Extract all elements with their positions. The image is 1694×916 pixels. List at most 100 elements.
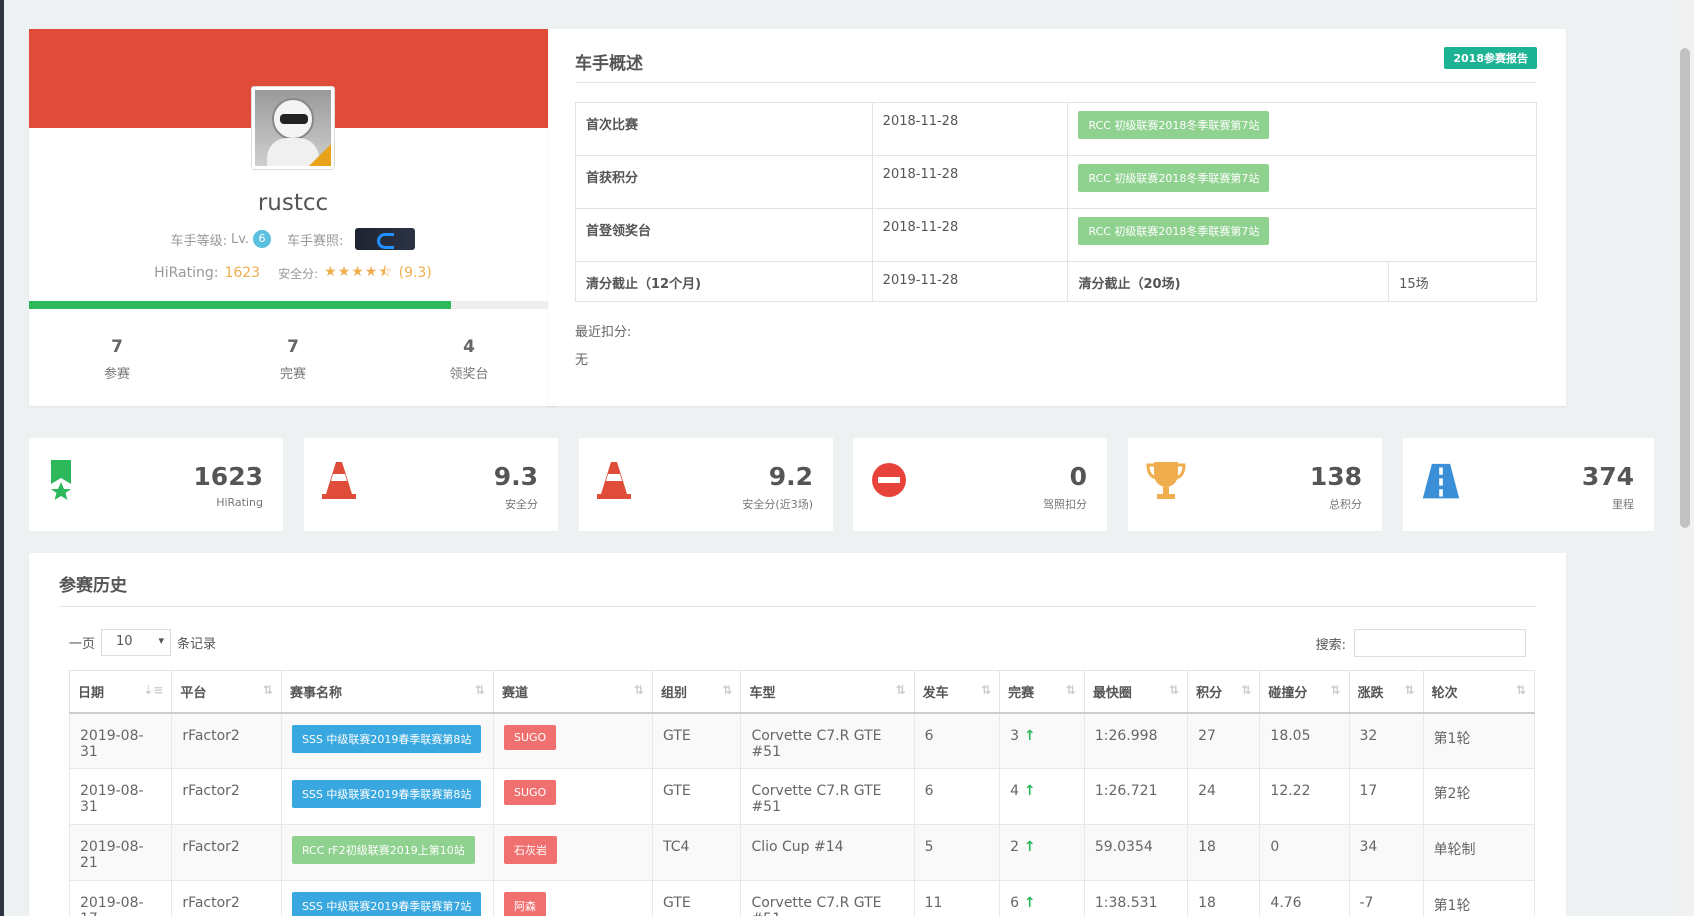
card-safety: 9.3 安全分 <box>304 438 558 531</box>
cell-event: RCC rF2初级联赛2019上第10站 <box>280 824 494 881</box>
report-badge[interactable]: 2018参赛报告 <box>1444 47 1537 69</box>
cell-car: Corvette C7.R GTE #51 <box>740 768 915 825</box>
sort-icon[interactable]: ⇅ <box>896 683 906 697</box>
avatar-corner-badge <box>309 144 331 166</box>
sort-icon[interactable]: ⇅ <box>1066 683 1076 697</box>
cell-track: SUGO <box>492 768 653 825</box>
card-safety-recent: 9.2 安全分(近3场) <box>579 438 833 531</box>
card-mileage: 374 里程 <box>1403 438 1654 531</box>
column-header[interactable]: 组别 ⇅ <box>651 670 742 714</box>
stat-finishes: 7 完赛 <box>279 337 306 382</box>
cell-start: 5 <box>913 824 1001 881</box>
cell-delta: -7 <box>1348 880 1424 916</box>
cell-finish: 6 ↑ <box>999 880 1085 916</box>
arrow-up-icon: ↑ <box>1019 839 1036 855</box>
event-tag[interactable]: RCC 初级联赛2018冬季联赛第7站 <box>1078 217 1270 245</box>
event-tag[interactable]: SSS 中级联赛2019春季联赛第8站 <box>291 780 482 808</box>
search-label: 搜索: <box>1315 637 1346 653</box>
cell-start: 6 <box>913 768 1001 825</box>
scrollbar-thumb[interactable] <box>1680 48 1690 528</box>
history-table: 日期 ⇣≡ 平台 ⇅ 赛事名称 ⇅ 赛道 ⇅ 组别 ⇅ 车型 ⇅ 发车 ⇅ 完赛 ⇅ 最快圈 ⇅ 积分 ⇅ 碰撞分 ⇅ 涨跌… <box>68 670 1536 916</box>
cell-platform: rFactor2 <box>171 712 282 769</box>
cell-best: 59.0354 <box>1083 824 1189 881</box>
table-row: 2019-08-17rFactor2 SSS 中级联赛2019春季联赛第7站阿森 G… <box>68 880 1536 916</box>
level-progress-bar <box>29 301 557 309</box>
track-tag[interactable]: 石灰岩 <box>503 836 557 864</box>
card-hirating: 1623 HiRating <box>29 438 283 531</box>
cell-date: 2019-08-31 <box>68 712 173 769</box>
cell-group: GTE <box>651 768 742 825</box>
sort-icon[interactable]: ⇅ <box>475 683 485 697</box>
column-header[interactable]: 最快圈 ⇅ <box>1083 670 1189 714</box>
avatar[interactable] <box>251 86 335 170</box>
event-tag[interactable]: SSS 中级联赛2019春季联赛第7站 <box>291 892 482 916</box>
column-header[interactable]: 轮次 ⇅ <box>1422 670 1536 714</box>
driver-name: rustcc <box>257 190 329 216</box>
stat-podiums: 4 领奖台 <box>449 337 489 382</box>
overview-row: 首次比赛 2018-11-28 RCC 初级联赛2018冬季联赛第7站 <box>575 102 1537 156</box>
column-header[interactable]: 发车 ⇅ <box>913 670 1001 714</box>
driver-overview-panel: 车手概述 2018参赛报告 首次比赛 2018-11-28 RCC 初级联赛20… <box>548 29 1566 406</box>
column-header[interactable]: 碰撞分 ⇅ <box>1259 670 1350 714</box>
cell-finish: 4 ↑ <box>999 768 1085 825</box>
column-header[interactable]: 完赛 ⇅ <box>999 670 1085 714</box>
race-history-panel: 参赛历史 一页 10 条记录 搜索: 日期⇣≡平台⇅赛事名称⇅赛道⇅组别⇅车型⇅… <box>29 553 1566 916</box>
column-header[interactable]: 车型 ⇅ <box>740 670 915 714</box>
cell-car: Corvette C7.R GTE #51 <box>740 880 915 916</box>
cell-crash: 12.22 <box>1259 768 1350 825</box>
event-tag[interactable]: RCC 初级联赛2018冬季联赛第7站 <box>1078 111 1270 139</box>
table-row: 2019-08-31 rFactor2 SSS 中级联赛2019春季联赛第8站 SUG… <box>68 768 1536 825</box>
level-license-row: 车手等级: Lv. 6 车手赛照: <box>29 228 557 250</box>
cell-event: SSS 中级联赛2019春季联赛第8站 <box>280 712 494 769</box>
driver-profile-card: rustcc 车手等级: Lv. 6 车手赛照: HiRating: 1623 安… <box>29 29 557 406</box>
sort-icon[interactable]: ⇅ <box>1330 683 1340 697</box>
track-tag[interactable]: 阿森 <box>503 892 546 916</box>
search-input[interactable] <box>1354 629 1526 657</box>
column-header[interactable]: 日期 ⇣≡ <box>68 670 173 714</box>
arrow-up-icon: ↑ <box>1019 895 1036 911</box>
level-label: 车手等级: <box>170 233 227 249</box>
column-header[interactable]: 平台 ⇅ <box>171 670 282 714</box>
column-header[interactable]: 赛事名称 ⇅ <box>280 670 494 714</box>
column-header[interactable]: 积分 ⇅ <box>1187 670 1261 714</box>
cell-best: 1:38.531 <box>1083 880 1189 916</box>
event-tag[interactable]: RCC rF2初级联赛2019上第10站 <box>291 836 475 864</box>
overview-row: 首登领奖台 2018-11-28 RCC 初级联赛2018冬季联赛第7站 <box>575 208 1537 262</box>
sort-icon[interactable]: ⇣≡ <box>143 683 163 697</box>
sort-icon[interactable]: ⇅ <box>722 683 732 697</box>
traffic-cone-icon <box>597 462 631 499</box>
trophy-icon <box>1146 462 1186 499</box>
sort-icon[interactable]: ⇅ <box>1169 683 1179 697</box>
page-length-select[interactable]: 10 <box>101 629 172 656</box>
column-header[interactable]: 赛道 ⇅ <box>492 670 653 714</box>
cell-delta: 34 <box>1348 824 1424 881</box>
ribbon-icon <box>51 460 71 500</box>
event-tag[interactable]: RCC 初级联赛2018冬季联赛第7站 <box>1078 164 1270 192</box>
profile-stats: 7 参赛 7 完赛 4 领奖台 <box>29 337 557 382</box>
sort-icon[interactable]: ⇅ <box>981 683 991 697</box>
table-row: 2019-08-31 rFactor2 SSS 中级联赛2019春季联赛第8站 SUG… <box>68 712 1536 769</box>
table-row: 2019-08-21 rFactor2 RCC rF2初级联赛2019上第10站 石灰… <box>68 824 1536 881</box>
cell-delta: 32 <box>1348 712 1424 769</box>
track-tag[interactable]: SUGO <box>503 780 557 805</box>
scrollbar[interactable] <box>1676 0 1694 916</box>
cell-best: 1:26.998 <box>1083 712 1189 769</box>
sort-icon[interactable]: ⇅ <box>1405 683 1415 697</box>
hirating-value: 1623 <box>224 265 261 281</box>
column-header[interactable]: 涨跌 ⇅ <box>1348 670 1424 714</box>
page-length-control: 一页 10 条记录 <box>69 629 216 656</box>
hirating-label: HiRating: <box>154 265 219 281</box>
sort-icon[interactable]: ⇅ <box>1516 683 1526 697</box>
sort-icon[interactable]: ⇅ <box>263 683 273 697</box>
recent-deduction-label: 最近扣分: <box>575 325 632 340</box>
safety-label: 安全分: <box>278 266 319 281</box>
event-tag[interactable]: SSS 中级联赛2019春季联赛第8站 <box>291 724 482 753</box>
cell-crash: 0 <box>1259 824 1350 881</box>
track-tag[interactable]: SUGO <box>503 724 557 750</box>
search-control: 搜索: <box>1316 629 1526 657</box>
sort-icon[interactable]: ⇅ <box>634 683 644 697</box>
card-total-points: 138 总积分 <box>1128 438 1382 531</box>
table-header-row: 日期 ⇣≡ 平台 ⇅ 赛事名称 ⇅ 赛道 ⇅ 组别 ⇅ 车型 ⇅ 发车 ⇅ 完赛 ⇅ 最快圈 ⇅ 积分 ⇅ 碰撞分 ⇅ 涨跌… <box>68 670 1536 714</box>
license-badge-icon[interactable] <box>355 228 416 250</box>
sort-icon[interactable]: ⇅ <box>1241 683 1251 697</box>
